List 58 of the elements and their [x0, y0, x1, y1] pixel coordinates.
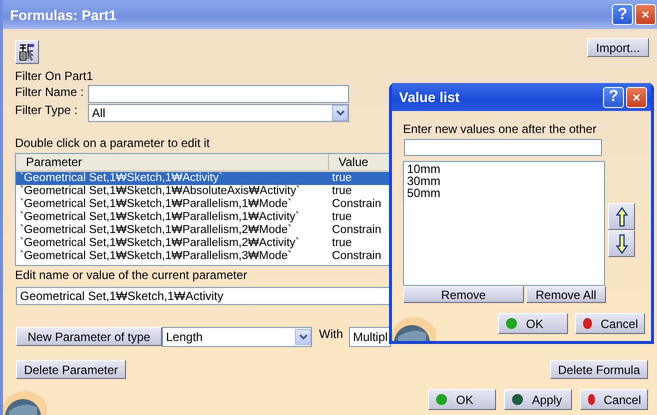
- filter-heading: Filter On Part1: [15, 68, 94, 85]
- value-mode-dropdown[interactable]: Multipl: [349, 326, 391, 346]
- value-list[interactable]: 10mm 30mm 50mm: [403, 161, 605, 286]
- value-cell-text: true: [331, 211, 353, 224]
- filter-name-field[interactable]: [88, 85, 349, 103]
- help-button[interactable]: ?: [612, 4, 633, 25]
- filter-tool-button[interactable]: [15, 40, 39, 64]
- value-cell-text: Constrain: [331, 224, 382, 237]
- remove-button[interactable]: Remove: [403, 286, 524, 303]
- close-icon: [642, 9, 649, 20]
- edit-label: Edit name or value of the current parameter: [15, 268, 248, 283]
- prompt-label: Enter new values one after the other: [403, 122, 596, 137]
- parameter-cell[interactable]: `Geometrical Set,1₩Sketch,1₩Parallelism,2₩Mode`: [16, 224, 328, 237]
- parameter-cell[interactable]: `Geometrical Set,1₩Sketch,1₩Parallelism,1₩Activity`: [16, 211, 328, 224]
- up-arrow-icon: [616, 206, 628, 226]
- delete-formula-button[interactable]: Delete Formula: [550, 360, 648, 379]
- window-title: Formulas: Part1: [10, 6, 117, 22]
- tree-filter-icon: [18, 43, 36, 61]
- dialog-button[interactable]: OK: [498, 313, 568, 334]
- dialog-button[interactable]: OK: [428, 389, 496, 410]
- value-cell: true: [328, 171, 389, 185]
- parameter-cell[interactable]: `Geometrical Set,1₩Sketch,1₩Parallelism,3₩Mode`: [16, 250, 328, 263]
- import-button[interactable]: Import...: [587, 38, 649, 57]
- filter-type-label: Filter Type :: [15, 103, 78, 117]
- value-cell-text: Constrain: [331, 250, 382, 263]
- dialog-button[interactable]: Apply: [504, 389, 572, 410]
- parameter-edit-field[interactable]: Geometrical Set,1₩Sketch,1₩Activity: [16, 287, 391, 305]
- list-item[interactable]: 10mm: [407, 163, 601, 175]
- column-header[interactable]: Value: [328, 154, 389, 171]
- with-label: With: [319, 327, 343, 341]
- new-parameter-button[interactable]: New Parameter of type: [16, 327, 162, 346]
- close-icon: [633, 92, 640, 102]
- parameter-cell[interactable]: `Geometrical Set,1₩Sketch,1₩AbsoluteAxis₩Activity`: [16, 185, 328, 198]
- parameter-cell[interactable]: `Geometrical Set,1₩Sketch,1₩Parallelism,1₩Mode`: [16, 198, 328, 211]
- dialog-title: Value list: [399, 89, 460, 105]
- value-cell-text: true: [331, 237, 353, 250]
- parameter-cell[interactable]: `Geometrical Set,1₩Sketch,1₩Parallelism,2₩Activity`: [16, 237, 328, 250]
- close-button[interactable]: [635, 4, 656, 25]
- filter-type-dropdown[interactable]: All: [88, 104, 349, 122]
- list-item[interactable]: 30mm: [407, 175, 601, 187]
- down-arrow-icon: [616, 234, 628, 254]
- close-button[interactable]: [626, 86, 647, 108]
- value-cell: true: [328, 185, 389, 198]
- new-value-field[interactable]: [404, 139, 602, 156]
- filter-name-label: Filter Name :: [15, 85, 85, 99]
- dialog-button[interactable]: Cancel: [580, 389, 648, 410]
- move-down-button[interactable]: [608, 230, 635, 257]
- parameter-cell[interactable]: `Geometrical Set,1₩Sketch,1₩Activity`: [16, 171, 328, 185]
- delete-parameter-button[interactable]: Delete Parameter: [16, 360, 126, 379]
- remove-all-button[interactable]: Remove All: [526, 286, 606, 303]
- dialog-button[interactable]: Cancel: [575, 313, 645, 334]
- parameter-type-dropdown[interactable]: Length: [162, 326, 312, 346]
- column-header[interactable]: Parameter: [16, 154, 328, 171]
- value-cell-text: Constrain: [331, 198, 382, 211]
- help-button[interactable]: ?: [603, 86, 624, 108]
- list-item[interactable]: 50mm: [407, 187, 601, 199]
- move-up-button[interactable]: [608, 203, 635, 230]
- table-caption: Double click on a parameter to edit it: [15, 136, 210, 151]
